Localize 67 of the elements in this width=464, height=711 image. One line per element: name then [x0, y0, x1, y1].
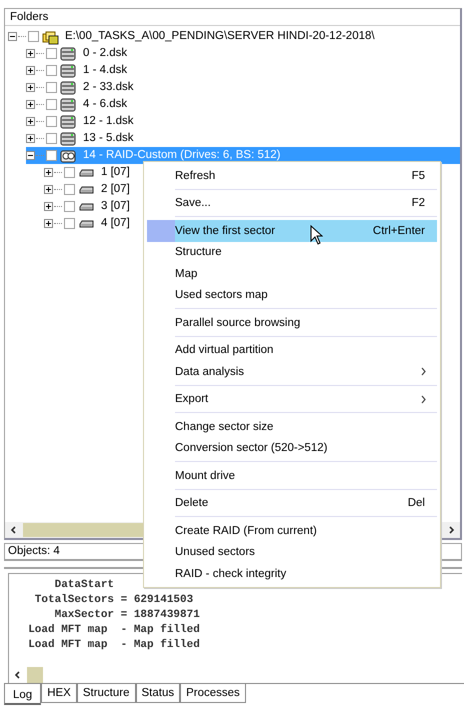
- checkbox[interactable]: [46, 82, 57, 93]
- menu-item[interactable]: Unused sectors: [147, 542, 437, 563]
- checkbox[interactable]: [46, 116, 57, 127]
- expand-toggle[interactable]: [26, 83, 35, 92]
- log-line: Load MFT map - Map filled: [27, 638, 200, 653]
- menu-item[interactable]: Delete Del: [147, 492, 437, 514]
- expand-toggle[interactable]: [26, 134, 35, 143]
- checkbox[interactable]: [46, 133, 57, 144]
- checkbox[interactable]: [64, 218, 75, 229]
- tab[interactable]: HEX: [41, 684, 77, 703]
- menu-item[interactable]: Add virtual partition: [147, 340, 437, 361]
- checkbox[interactable]: [46, 150, 57, 161]
- tree-item-label[interactable]: 1 [07]: [99, 165, 132, 180]
- checkbox[interactable]: [28, 31, 39, 42]
- log-line: Load MFT map - Map filled: [27, 623, 200, 638]
- expand-toggle[interactable]: [44, 219, 53, 228]
- menu-item[interactable]: Data analysis: [147, 361, 437, 382]
- folders-icon: [42, 28, 59, 44]
- menu-item[interactable]: Save... F2: [147, 192, 437, 214]
- expand-toggle[interactable]: [44, 202, 53, 211]
- menu-item[interactable]: Export: [147, 388, 437, 410]
- checkbox[interactable]: [46, 99, 57, 110]
- tree-item-label[interactable]: 3 [07]: [99, 199, 132, 214]
- log-line: DataStart: [54, 578, 114, 593]
- checkbox[interactable]: [46, 48, 57, 59]
- tree-item-label[interactable]: E:\00_TASKS_A\00_PENDING\SERVER HINDI-20-12-2018\: [63, 29, 377, 44]
- mouse-pointer-icon: [310, 225, 323, 245]
- checkbox[interactable]: [64, 167, 75, 178]
- checkbox[interactable]: [64, 184, 75, 195]
- tab[interactable]: Structure: [76, 684, 136, 703]
- expand-toggle[interactable]: [8, 32, 17, 41]
- menu-item[interactable]: Conversion sector (520->512): [147, 438, 437, 459]
- menu-item[interactable]: Mount drive: [147, 465, 437, 486]
- log-line: MaxSector = 1887439871: [54, 608, 200, 623]
- menu-item[interactable]: RAID - check integrity: [147, 563, 437, 584]
- menu-item[interactable]: Structure: [147, 242, 437, 263]
- panel-title: Folders: [5, 9, 460, 26]
- tree-item-label[interactable]: 4 - 6.dsk: [81, 97, 130, 112]
- expand-toggle[interactable]: [44, 185, 53, 194]
- checkbox[interactable]: [46, 65, 57, 76]
- menu-item[interactable]: Used sectors map: [147, 284, 437, 306]
- menu-item[interactable]: Create RAID (From current): [147, 520, 437, 542]
- tab[interactable]: Status: [136, 684, 180, 703]
- expand-toggle[interactable]: [26, 100, 35, 109]
- tree-item-label[interactable]: 1 - 4.dsk: [81, 63, 130, 78]
- expand-toggle[interactable]: [26, 151, 35, 160]
- tree-item-label[interactable]: 0 - 2.dsk: [81, 46, 130, 61]
- scrollbar-thumb[interactable]: [27, 667, 43, 683]
- expand-toggle[interactable]: [44, 168, 53, 177]
- log-line: TotalSectors = 629141503: [34, 593, 194, 608]
- tree-item-label[interactable]: 13 - 5.dsk: [81, 131, 136, 146]
- tab[interactable]: Log: [4, 684, 42, 705]
- expand-toggle[interactable]: [26, 117, 35, 126]
- tab[interactable]: Processes: [180, 684, 246, 703]
- menu-item[interactable]: Refresh F5: [147, 165, 437, 186]
- tree-item-label[interactable]: 4 [07]: [99, 216, 132, 231]
- tree-item-label[interactable]: 12 - 1.dsk: [81, 114, 136, 129]
- expand-toggle[interactable]: [26, 66, 35, 75]
- menu-item[interactable]: View the first sector Ctrl+Enter: [147, 220, 437, 242]
- tree-item-label[interactable]: 2 - 33.dsk: [81, 80, 136, 95]
- menu-item[interactable]: Parallel source browsing: [147, 312, 437, 334]
- checkbox[interactable]: [64, 201, 75, 212]
- expand-toggle[interactable]: [26, 49, 35, 58]
- disk-array-icon: [60, 148, 77, 164]
- tree-item-label[interactable]: 2 [07]: [99, 182, 132, 197]
- menu-item[interactable]: Map: [147, 263, 437, 284]
- menu-item[interactable]: Change sector size: [147, 416, 437, 438]
